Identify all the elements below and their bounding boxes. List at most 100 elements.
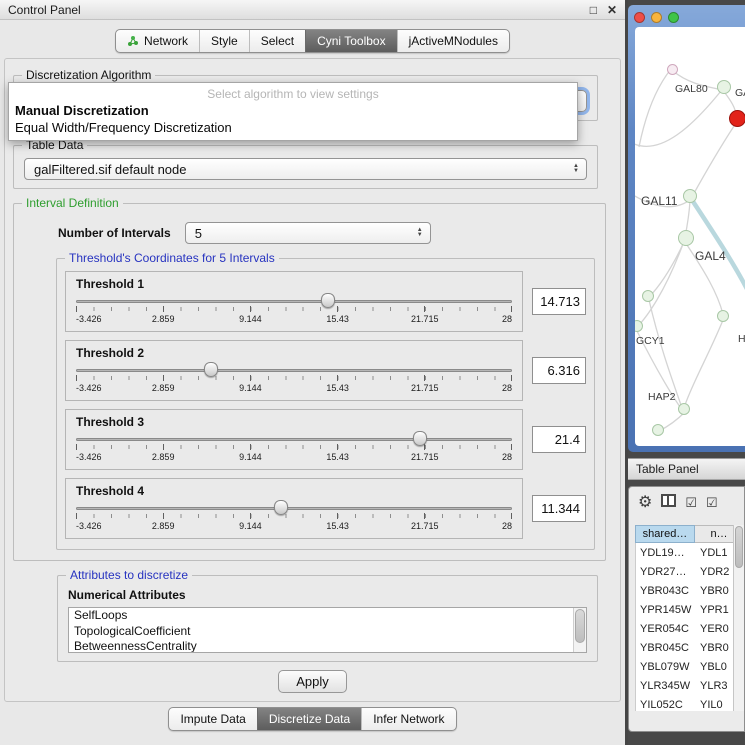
cyni-toolbox-panel: Discretization Algorithm ▲▼ Table Data g…: [4, 58, 621, 702]
dropdown-prompt: Select algorithm to view settings: [9, 86, 577, 102]
network-view-window: GAL80 GA GAL11 GAL4 GCY1 H HAP2: [628, 5, 745, 452]
network-node[interactable]: [717, 310, 729, 322]
number-of-intervals-select[interactable]: 5 ▲▼: [185, 222, 431, 244]
threshold-value-input[interactable]: 11.344: [532, 495, 586, 522]
slider-thumb[interactable]: [274, 500, 288, 515]
close-window-button[interactable]: ✕: [607, 4, 617, 16]
table-scrollbar[interactable]: [733, 525, 744, 711]
network-node-selected[interactable]: [729, 110, 745, 127]
network-node-label: GAL80: [675, 83, 708, 95]
highlighted-edge: [692, 200, 745, 289]
tick-label: 15.43: [326, 452, 349, 462]
scrollbar-thumb[interactable]: [575, 609, 585, 643]
cell: YBR043C: [636, 585, 696, 597]
list-item[interactable]: SelfLoops: [69, 608, 586, 624]
threshold-row: Threshold 1 -3.426 2.859 9.144 15.43 21.…: [65, 271, 586, 332]
threshold-slider[interactable]: -3.426 2.859 9.144 15.43 21.715 28: [76, 500, 512, 536]
mac-minimize-button[interactable]: [651, 12, 662, 23]
select-all-columns-icon[interactable]: ☑: [685, 495, 697, 511]
cell: YER054C: [636, 623, 696, 635]
network-node[interactable]: [667, 64, 678, 75]
threshold-label: Threshold 2: [76, 346, 512, 360]
tick-label: 9.144: [239, 314, 262, 324]
numerical-attributes-label: Numerical Attributes: [68, 588, 597, 602]
tab-network[interactable]: Network: [116, 30, 199, 52]
network-node-label: GCY1: [636, 335, 665, 347]
tick-label: 9.144: [239, 383, 262, 393]
group-interval-definition: Interval Definition Number of Intervals …: [13, 203, 606, 561]
table-row[interactable]: YBR043CYBR0: [636, 581, 744, 600]
float-window-button[interactable]: □: [590, 4, 597, 16]
threshold-value-input[interactable]: 14.713: [532, 288, 586, 315]
slider-track: [76, 369, 512, 372]
tick-label: 28: [502, 452, 512, 462]
network-node[interactable]: [652, 424, 664, 436]
network-node[interactable]: [717, 80, 731, 94]
dropdown-option-equal-width-frequency-discretization[interactable]: Equal Width/Frequency Discretization: [9, 119, 577, 136]
table-data-select-value: galFiltered.sif default node: [34, 162, 186, 177]
gear-icon[interactable]: ⚙: [638, 495, 652, 511]
table-panel-toolbar: ⚙ ☑ ☑: [629, 487, 744, 513]
network-node[interactable]: [678, 230, 694, 246]
control-panel-tabstrip: Network Style Select Cyni Toolbox jActiv…: [0, 29, 625, 53]
columns-icon-glyph: [661, 494, 676, 507]
select-visible-columns-icon[interactable]: ☑: [706, 495, 718, 511]
table-row[interactable]: YBR045CYBR0: [636, 638, 744, 657]
chevron-updown-icon: ▲▼: [570, 164, 582, 174]
list-scrollbar[interactable]: [573, 608, 586, 652]
network-node[interactable]: [683, 189, 697, 203]
list-item[interactable]: TopologicalCoefficient: [69, 624, 586, 640]
threshold-slider[interactable]: -3.426 2.859 9.144 15.43 21.715 28: [76, 362, 512, 398]
tab-infer-network[interactable]: Infer Network: [361, 708, 455, 730]
threshold-slider-group: Threshold 3 -3.426 2.859 9.144 15.43 21.…: [65, 409, 523, 470]
threshold-label: Threshold 1: [76, 277, 512, 291]
table-row[interactable]: YER054CYER0: [636, 619, 744, 638]
scrollbar-thumb[interactable]: [735, 526, 743, 568]
network-node[interactable]: [642, 290, 654, 302]
table-row[interactable]: YDR27…YDR2: [636, 562, 744, 581]
tick-label: -3.426: [76, 452, 102, 462]
tab-style[interactable]: Style: [199, 30, 249, 52]
table-row[interactable]: YBL079WYBL0: [636, 657, 744, 676]
apply-button[interactable]: Apply: [278, 670, 347, 693]
tick-label: 28: [502, 521, 512, 531]
tick-label: 28: [502, 314, 512, 324]
tab-discretize-data[interactable]: Discretize Data: [257, 708, 361, 730]
tab-cyni-toolbox[interactable]: Cyni Toolbox: [305, 30, 396, 52]
table-data-select[interactable]: galFiltered.sif default node ▲▼: [24, 158, 587, 180]
network-node[interactable]: [678, 403, 690, 415]
threshold-value-input[interactable]: 6.316: [532, 357, 586, 384]
group-title: Interval Definition: [22, 196, 123, 210]
numerical-attributes-list[interactable]: SelfLoops TopologicalCoefficient Between…: [68, 607, 587, 653]
table-header-row: shared… n…: [635, 525, 744, 543]
threshold-slider[interactable]: -3.426 2.859 9.144 15.43 21.715 28: [76, 431, 512, 467]
threshold-slider[interactable]: -3.426 2.859 9.144 15.43 21.715 28: [76, 293, 512, 329]
tick-label: 15.43: [326, 383, 349, 393]
column-header-shared-name[interactable]: shared…: [635, 525, 695, 543]
table-row[interactable]: YDL19…YDL1: [636, 543, 744, 562]
network-canvas[interactable]: GAL80 GA GAL11 GAL4 GCY1 H HAP2: [635, 27, 745, 446]
table-row[interactable]: YIL052CYIL0: [636, 695, 744, 711]
network-node-label: GA: [735, 87, 745, 99]
slider-thumb[interactable]: [321, 293, 335, 308]
tab-jactivemnodules[interactable]: jActiveMNodules: [397, 30, 509, 52]
list-item[interactable]: BetweennessCentrality: [69, 639, 586, 653]
slider-thumb[interactable]: [204, 362, 218, 377]
table-row[interactable]: YPR145WYPR1: [636, 600, 744, 619]
mac-zoom-button[interactable]: [668, 12, 679, 23]
tick-label: 21.715: [411, 521, 439, 531]
tab-select[interactable]: Select: [249, 30, 305, 52]
network-node-label: GAL4: [695, 249, 726, 263]
dropdown-option-manual-discretization[interactable]: Manual Discretization: [9, 102, 577, 119]
tick-label: 2.859: [152, 314, 175, 324]
tab-label: Select: [261, 34, 294, 48]
threshold-slider-group: Threshold 2 -3.426 2.859 9.144 15.43 21.…: [65, 340, 523, 401]
tab-impute-data[interactable]: Impute Data: [169, 708, 256, 730]
threshold-value-input[interactable]: 21.4: [532, 426, 586, 453]
cell: YBR045C: [636, 642, 696, 654]
tick-label: -3.426: [76, 314, 102, 324]
columns-icon[interactable]: [661, 494, 676, 512]
table-body: YDL19…YDL1 YDR27…YDR2 YBR043CYBR0 YPR145…: [635, 543, 744, 711]
table-row[interactable]: YLR345WYLR3: [636, 676, 744, 695]
mac-close-button[interactable]: [634, 12, 645, 23]
